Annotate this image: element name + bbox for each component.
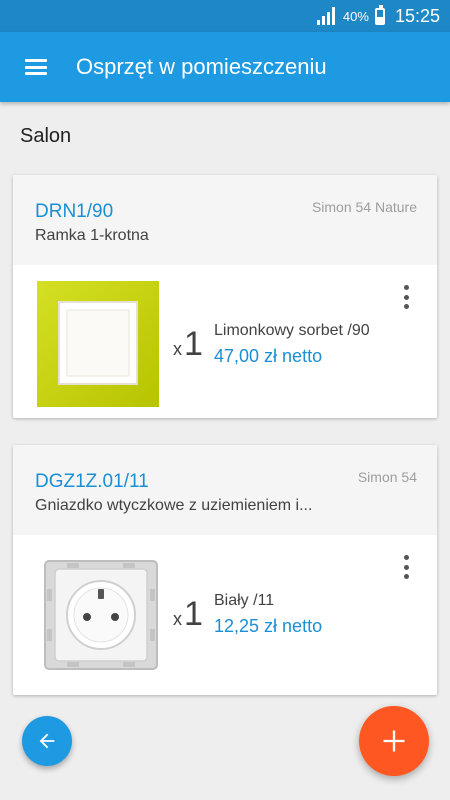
product-series: Simon 54 Nature <box>311 199 417 215</box>
status-bar-indicators: 40% 15:25 <box>316 0 440 32</box>
product-price: 47,00 zł netto <box>214 346 323 366</box>
product-series: Simon 54 <box>357 469 417 485</box>
status-clock: 15:25 <box>394 5 440 26</box>
product-code: DGZ1Z.01/11 <box>35 471 149 492</box>
product-variant: Limonkowy sorbet /90 <box>214 322 370 339</box>
product-variant: Biały /11 <box>214 592 275 609</box>
product-code: DRN1/90 <box>35 201 114 222</box>
more-options-icon[interactable] <box>401 285 411 309</box>
add-item-button[interactable] <box>359 706 429 776</box>
product-price: 12,25 zł netto <box>214 616 323 636</box>
product-description: Gniazdko wtyczkowe z uziemieniem i... <box>35 497 313 514</box>
battery-percentage: 40% <box>342 8 369 24</box>
menu-icon <box>25 59 47 75</box>
more-options-icon[interactable] <box>401 555 411 579</box>
product-image-lime-frame <box>37 281 159 407</box>
quantity-prefix: x <box>173 609 182 629</box>
product-card-header: DRN1/90 Simon 54 Nature Ramka 1-krotna <box>13 175 437 265</box>
quantity: x 1 <box>173 325 203 364</box>
status-bar: 40% 15:25 <box>0 0 450 32</box>
back-button[interactable] <box>22 716 72 766</box>
quantity-value: 1 <box>184 325 203 363</box>
battery-icon <box>374 4 385 25</box>
signal-icon <box>316 7 337 25</box>
app-bar: Osprzęt w pomieszczeniu <box>0 32 450 102</box>
product-card[interactable]: DGZ1Z.01/11 Simon 54 Gniazdko wtyczkowe … <box>13 445 437 695</box>
product-card[interactable]: DRN1/90 Simon 54 Nature Ramka 1-krotna x… <box>13 175 437 418</box>
product-card-body: x 1 Limonkowy sorbet /90 47,00 zł netto <box>13 265 437 418</box>
menu-button[interactable] <box>0 32 72 102</box>
quantity-value: 1 <box>184 595 203 633</box>
product-image-white-socket <box>43 559 159 671</box>
plus-icon <box>383 730 405 752</box>
product-card-header: DGZ1Z.01/11 Simon 54 Gniazdko wtyczkowe … <box>13 445 437 535</box>
quantity-prefix: x <box>173 339 182 359</box>
room-title: Salon <box>20 125 72 147</box>
quantity: x 1 <box>173 595 203 634</box>
product-description: Ramka 1-krotna <box>35 227 149 244</box>
product-card-body: x 1 Biały /11 12,25 zł netto <box>13 535 437 695</box>
arrow-left-icon <box>39 733 55 749</box>
app-bar-title: Osprzęt w pomieszczeniu <box>76 54 327 79</box>
